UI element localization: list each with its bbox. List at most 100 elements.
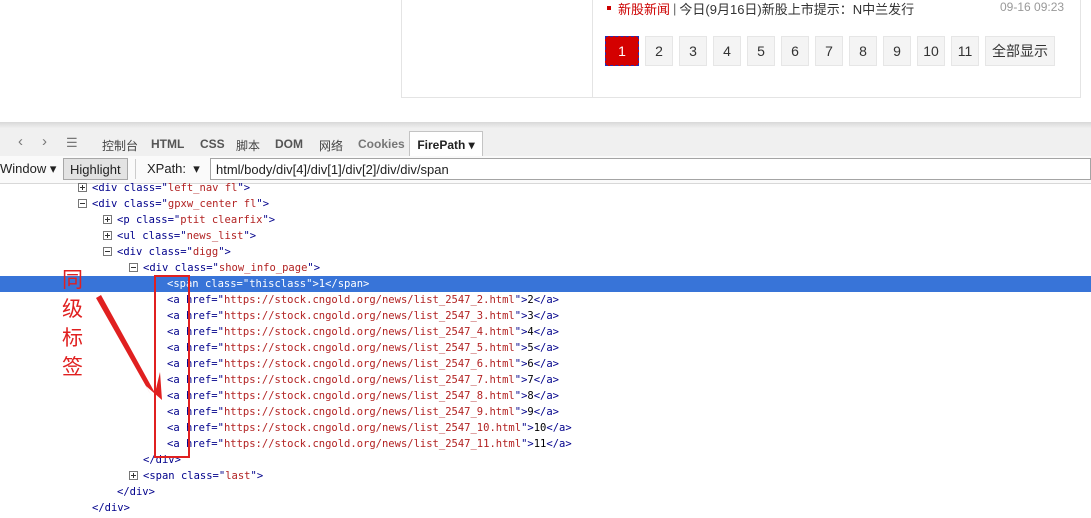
end-tag: </span> [325, 278, 370, 290]
attr-value: news_list [186, 230, 244, 242]
attr-value: https://stock.cngold.org/news/list_2547_… [223, 326, 515, 338]
attr-value: thisclass [249, 278, 307, 290]
attr-value: show_info_page [218, 262, 308, 274]
show-all-button[interactable]: 全部显示 [985, 36, 1055, 66]
attr-name: class [204, 278, 237, 290]
node-markup: <ul class="news_list"> [117, 230, 257, 242]
page-button[interactable]: 4 [713, 36, 741, 66]
node-markup: <a href="https://stock.cngold.org/news/l… [167, 310, 560, 322]
node-markup: <a href="https://stock.cngold.org/news/l… [167, 358, 560, 370]
node-markup: <div class="digg"> [117, 246, 231, 258]
xpath-input[interactable] [210, 158, 1091, 180]
node-markup: <span class="last"> [143, 470, 264, 482]
back-icon[interactable]: ‹ [18, 133, 23, 150]
attr-value: https://stock.cngold.org/news/list_2547_… [223, 374, 515, 386]
news-category-link[interactable]: 新股新闻 [618, 0, 670, 18]
tab-firepath[interactable]: FirePath ▾ [409, 131, 483, 157]
tree-row[interactable]: <div class="gpxw_center fl"> [0, 196, 1091, 212]
tab-cookies[interactable]: Cookies [358, 137, 405, 151]
forward-icon[interactable]: › [42, 133, 47, 150]
chevron-down-icon: ▾ [193, 161, 200, 176]
tree-row[interactable]: <ul class="news_list"> [0, 228, 1091, 244]
tab-script[interactable]: 脚本 [236, 137, 260, 154]
end-tag: </a> [546, 422, 572, 434]
tag-name: </div> [117, 486, 155, 498]
tree-row[interactable]: <span class="last"> [0, 468, 1091, 484]
expand-icon[interactable] [103, 231, 112, 240]
annotation-box [154, 275, 190, 458]
attr-value: ptit clearfix [180, 214, 263, 226]
menu-icon[interactable]: ☰ [66, 135, 78, 151]
collapse-icon[interactable] [129, 263, 138, 272]
attr-value: https://stock.cngold.org/news/list_2547_… [223, 406, 515, 418]
page-button[interactable]: 2 [645, 36, 673, 66]
end-tag: </a> [533, 358, 560, 370]
xpath-label: XPath: [147, 161, 187, 176]
node-markup: <a href="https://stock.cngold.org/news/l… [167, 390, 560, 402]
attr-name: class [135, 214, 168, 226]
node-markup: <a href="https://stock.cngold.org/news/l… [167, 326, 560, 338]
attr-value: gpxw_center fl [167, 198, 257, 210]
node-markup: </div> [117, 484, 155, 500]
expand-icon[interactable] [103, 215, 112, 224]
node-markup: <p class="ptit clearfix"> [117, 214, 276, 226]
node-text: 10 [533, 422, 547, 434]
page-button[interactable]: 3 [679, 36, 707, 66]
page-button[interactable]: 10 [917, 36, 945, 66]
tab-html[interactable]: HTML [151, 137, 184, 151]
attr-name: class [123, 182, 156, 194]
expand-icon[interactable] [129, 471, 138, 480]
node-markup: <a href="https://stock.cngold.org/news/l… [167, 438, 572, 450]
tree-row[interactable]: <div class="show_info_page"> [0, 260, 1091, 276]
collapse-icon[interactable] [103, 247, 112, 256]
page-button[interactable]: 9 [883, 36, 911, 66]
tag-name: <div [92, 182, 118, 194]
highlight-button[interactable]: Highlight [63, 158, 128, 180]
tree-row[interactable]: <div class="digg"> [0, 244, 1091, 260]
tree-row[interactable]: </div> [0, 500, 1091, 516]
page-button[interactable]: 5 [747, 36, 775, 66]
tag-close: > [256, 470, 264, 482]
attr-value: https://stock.cngold.org/news/list_2547_… [223, 422, 522, 434]
end-tag: </a> [533, 374, 560, 386]
bullet-icon [607, 6, 611, 10]
tag-close: > [243, 182, 251, 194]
page-button[interactable]: 11 [951, 36, 979, 66]
node-markup: <a href="https://stock.cngold.org/news/l… [167, 342, 560, 354]
attr-value: https://stock.cngold.org/news/list_2547_… [223, 310, 515, 322]
news-title-link[interactable]: 今日(9月16日)新股上市提示：N中兰发行 [679, 0, 914, 18]
collapse-icon[interactable] [78, 199, 87, 208]
tab-network[interactable]: 网络 [319, 137, 343, 154]
attr-value: https://stock.cngold.org/news/list_2547_… [223, 390, 515, 402]
end-tag: </a> [546, 438, 572, 450]
expand-icon[interactable] [78, 183, 87, 192]
tag-close: > [249, 230, 257, 242]
page-button[interactable]: 1 [605, 36, 639, 66]
tree-row[interactable]: <p class="ptit clearfix"> [0, 212, 1091, 228]
news-item[interactable]: 新股新闻 | 今日(9月16日)新股上市提示：N中兰发行 [607, 0, 914, 18]
tag-name: <p [117, 214, 130, 226]
panel-divider [592, 0, 593, 98]
tab-css[interactable]: CSS [200, 137, 225, 151]
end-tag: </a> [533, 294, 560, 306]
tree-row[interactable]: </div> [0, 484, 1091, 500]
tag-name: </div> [92, 502, 130, 514]
node-markup: <a href="https://stock.cngold.org/news/l… [167, 374, 560, 386]
page-button[interactable]: 6 [781, 36, 809, 66]
node-markup: <div class="show_info_page"> [143, 262, 321, 274]
attr-value: last [225, 470, 251, 482]
end-tag: </a> [533, 310, 560, 322]
attr-value: left_nav fl [167, 182, 238, 194]
tag-close: > [262, 198, 270, 210]
tag-name: <span [143, 470, 175, 482]
xpath-dropdown[interactable]: XPath: ▾ [147, 161, 200, 177]
node-markup: <div class="left_nav fl"> [92, 182, 251, 194]
window-dropdown[interactable]: Window ▾ [0, 161, 56, 177]
tree-row[interactable]: <div class="left_nav fl"> [0, 180, 1091, 196]
tab-console[interactable]: 控制台 [102, 137, 138, 154]
page-button[interactable]: 7 [815, 36, 843, 66]
annotation-label: 同级标签 [62, 268, 83, 379]
tab-dom[interactable]: DOM [275, 137, 303, 151]
end-tag: </a> [533, 406, 560, 418]
page-button[interactable]: 8 [849, 36, 877, 66]
